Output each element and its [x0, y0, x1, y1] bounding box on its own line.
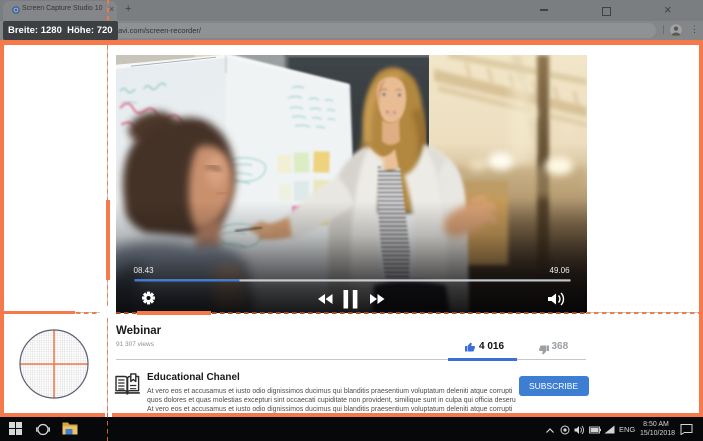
svg-text:49.06: 49.06	[549, 266, 570, 275]
svg-text:08.43: 08.43	[133, 266, 154, 275]
